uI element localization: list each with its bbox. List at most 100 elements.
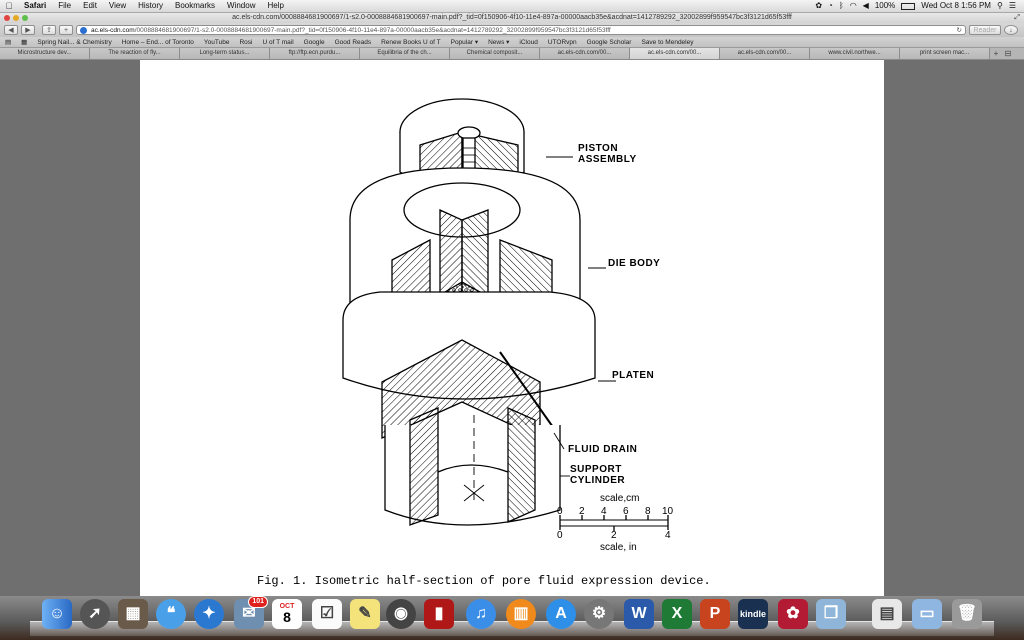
downloads-folder-icon[interactable]: ▭ xyxy=(912,599,942,629)
trash-icon[interactable]: 🗑 xyxy=(952,599,982,629)
spotlight-icon[interactable]: ⚲ xyxy=(997,0,1003,12)
top-sites-icon[interactable]: ▦ xyxy=(16,37,32,47)
scale-cm-label: scale,cm xyxy=(600,493,639,504)
itunes-icon[interactable]: ♫ xyxy=(466,599,496,629)
menu-edit[interactable]: Edit xyxy=(77,0,103,12)
menu-bookmarks[interactable]: Bookmarks xyxy=(169,0,221,12)
bookmark-item[interactable]: U of T mail xyxy=(257,37,298,47)
bookmark-item[interactable]: Google xyxy=(299,37,330,47)
tab-active[interactable]: ac.els-cdn.com/00... xyxy=(630,48,720,59)
menu-window[interactable]: Window xyxy=(221,0,261,12)
clock[interactable]: Wed Oct 8 1:56 PM xyxy=(921,0,991,12)
battery-icon[interactable] xyxy=(901,2,916,10)
word-icon[interactable]: W xyxy=(624,599,654,629)
address-bar[interactable]: ac.els-cdn.com/0008884681900697/1-s2.0-0… xyxy=(76,25,966,35)
menu-history[interactable]: History xyxy=(132,0,169,12)
piston-screw-head xyxy=(457,126,481,140)
site-favicon-icon xyxy=(80,27,87,34)
forward-button[interactable]: ▶ xyxy=(21,25,35,35)
bookmark-item[interactable]: Renew Books U of T xyxy=(376,37,446,47)
tab[interactable]: print screen mac... xyxy=(900,48,990,59)
reader-button[interactable]: Reader xyxy=(969,25,1001,35)
tab[interactable]: ac.els-cdn.com/00... xyxy=(540,48,630,59)
notifications-icon[interactable]: ☰ xyxy=(1009,0,1016,12)
bookmark-item[interactable]: Google Scholar xyxy=(582,37,637,47)
minimize-window-icon[interactable] xyxy=(13,15,19,21)
add-bookmark-button[interactable]: + xyxy=(59,25,73,35)
bookmark-item[interactable]: YouTube xyxy=(199,37,235,47)
kindle-label: kindle xyxy=(739,609,766,619)
excel-icon[interactable]: X xyxy=(662,599,692,629)
battery-percent[interactable]: 100% xyxy=(875,0,895,12)
kindle-icon[interactable]: kindle xyxy=(738,599,768,629)
photo-booth-icon[interactable]: ▮ xyxy=(424,599,454,629)
reading-list-icon[interactable]: ▤ xyxy=(0,37,16,47)
bookmark-item[interactable]: Rosi xyxy=(234,37,257,47)
launchpad-icon[interactable]: ➚ xyxy=(80,599,110,629)
scale-in-tick: 0 xyxy=(557,530,563,541)
stickies-icon[interactable]: ✎ xyxy=(350,599,380,629)
time-machine-icon[interactable]: ◔ xyxy=(828,0,833,12)
new-tab-button[interactable]: + xyxy=(990,48,1002,59)
close-window-icon[interactable] xyxy=(4,15,10,21)
back-button[interactable]: ◀ xyxy=(4,25,18,35)
menu-app-name[interactable]: Safari xyxy=(18,0,52,12)
bookmark-folder[interactable]: Popular ▾ xyxy=(446,37,483,47)
bookmark-folder[interactable]: News ▾ xyxy=(483,37,514,47)
support-wall-right xyxy=(507,406,536,524)
tab[interactable]: The reaction of fly... xyxy=(90,48,180,59)
ibooks-icon[interactable]: ▥ xyxy=(506,599,536,629)
documents-stack-icon[interactable]: ▤ xyxy=(872,599,902,629)
calendar-icon[interactable]: OCT 8 xyxy=(272,599,302,629)
fullscreen-icon[interactable]: ⤢ xyxy=(1014,13,1020,23)
bookmark-item[interactable]: Spring Nail... & Chemistry xyxy=(32,37,116,47)
wifi-icon[interactable]: ◠ xyxy=(850,0,857,12)
menu-help[interactable]: Help xyxy=(261,0,289,12)
tab[interactable]: Long-term status... xyxy=(180,48,270,59)
mendeley-status-icon[interactable]: ✿ xyxy=(815,0,822,12)
bookmark-item[interactable]: iCloud xyxy=(514,37,542,47)
scale-cm-tick: 8 xyxy=(645,506,651,517)
scale-cm-tick: 4 xyxy=(601,506,607,517)
reload-icon[interactable]: ↻ xyxy=(954,26,962,34)
pdf-viewer[interactable]: scale,cm 0 2 4 6 8 10 0 2 4 scale, in PI… xyxy=(0,60,1024,596)
mail-icon[interactable]: ✉ 101 xyxy=(234,596,268,629)
mission-control-icon[interactable]: ▦ xyxy=(118,599,148,629)
scale-cm-tick: 10 xyxy=(662,506,674,517)
volume-icon[interactable]: ◀ xyxy=(863,0,869,12)
preview-icon[interactable]: ❐ xyxy=(816,599,846,629)
finder-icon[interactable]: ☺ xyxy=(42,599,72,629)
menu-view[interactable]: View xyxy=(103,0,132,12)
facetime-icon[interactable]: ◉ xyxy=(386,599,416,629)
bookmark-item[interactable]: Save to Mendeley xyxy=(636,37,698,47)
menu-file[interactable]: File xyxy=(52,0,77,12)
zoom-window-icon[interactable] xyxy=(22,15,28,21)
system-preferences-icon[interactable]: ⚙ xyxy=(584,599,614,629)
scale-in-tick: 4 xyxy=(665,530,671,541)
tab[interactable]: Chemical composit... xyxy=(450,48,540,59)
scale-cm-tick: 0 xyxy=(557,506,563,517)
downloads-icon[interactable]: ↓ xyxy=(1004,25,1018,35)
bookmark-item[interactable]: Good Reads xyxy=(330,37,377,47)
label-platen: PLATEN xyxy=(612,370,655,381)
bluetooth-icon[interactable]: ᛒ xyxy=(839,0,844,12)
apple-menu-icon[interactable]:  xyxy=(0,0,18,12)
share-button[interactable]: ⇪ xyxy=(42,25,56,35)
menu-bar:  Safari File Edit View History Bookmark… xyxy=(0,0,1024,13)
powerpoint-icon[interactable]: P xyxy=(700,599,730,629)
bookmark-item[interactable]: UTORvpn xyxy=(543,37,582,47)
mendeley-icon[interactable]: ✿ xyxy=(778,599,808,629)
safari-icon[interactable]: ✦ xyxy=(194,599,224,629)
tab[interactable]: Equilibria of the ch... xyxy=(360,48,450,59)
scale-in-tick: 2 xyxy=(611,530,617,541)
tab[interactable]: www.civil.northwe... xyxy=(810,48,900,59)
tab-overview-button[interactable]: ⊟ xyxy=(1002,48,1014,59)
tab[interactable]: ac.els-cdn.com/00... xyxy=(720,48,810,59)
tab[interactable]: Microstructure dev... xyxy=(0,48,90,59)
messages-icon[interactable]: ❝ xyxy=(156,599,186,629)
label-die-body: DIE BODY xyxy=(608,258,661,269)
reminders-icon[interactable]: ☑ xyxy=(312,599,342,629)
app-store-icon[interactable]: A xyxy=(546,599,576,629)
tab[interactable]: ftp://ftp.ecn.purdu... xyxy=(270,48,360,59)
bookmark-item[interactable]: Home – End... of Toronto xyxy=(117,37,199,47)
